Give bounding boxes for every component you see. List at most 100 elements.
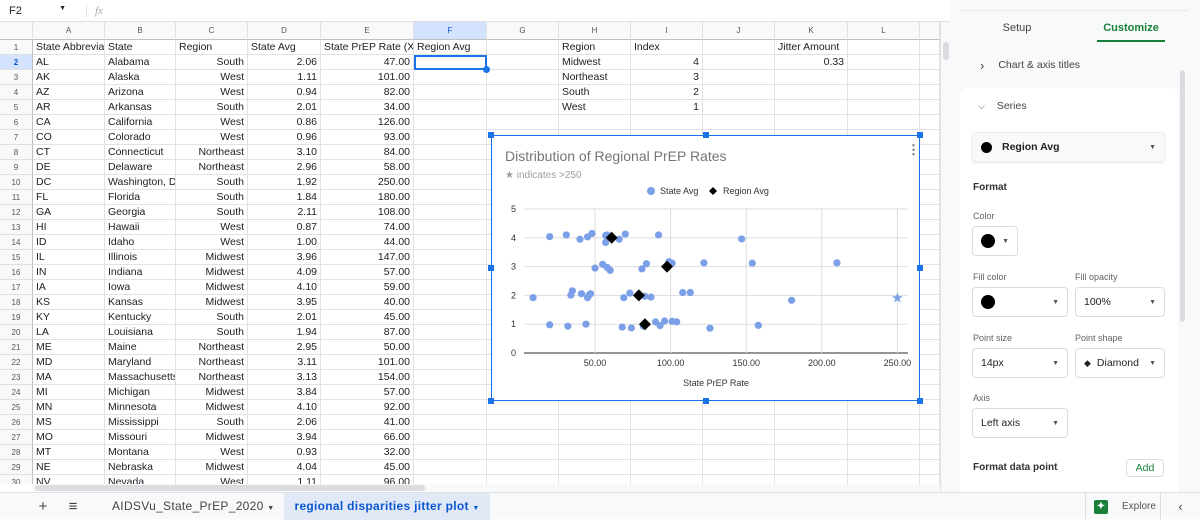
cell[interactable] bbox=[775, 445, 848, 460]
cell[interactable] bbox=[414, 400, 487, 415]
cell[interactable] bbox=[414, 235, 487, 250]
cell[interactable] bbox=[920, 100, 940, 115]
cell[interactable] bbox=[414, 130, 487, 145]
sheet-tab-jitter-plot[interactable]: regional disparities jitter plot ▼ bbox=[284, 492, 490, 520]
cell[interactable] bbox=[775, 475, 848, 484]
cell[interactable]: South bbox=[176, 175, 248, 190]
cell[interactable] bbox=[920, 220, 940, 235]
cell[interactable]: Illinois bbox=[105, 250, 176, 265]
row-header[interactable]: 9 bbox=[0, 160, 33, 175]
cell[interactable]: AL bbox=[33, 55, 105, 70]
cell[interactable]: 74.00 bbox=[321, 220, 414, 235]
cell[interactable]: South bbox=[176, 55, 248, 70]
cell[interactable] bbox=[414, 85, 487, 100]
sheet-tab-aidsvu[interactable]: AIDSVu_State_PrEP_2020 ▼ bbox=[102, 493, 284, 520]
cell[interactable]: 50.00 bbox=[321, 340, 414, 355]
cell[interactable] bbox=[920, 340, 940, 355]
cell[interactable]: Midwest bbox=[176, 280, 248, 295]
column-header-k[interactable]: K bbox=[775, 22, 848, 40]
vertical-scrollbar[interactable] bbox=[940, 22, 950, 492]
cell[interactable]: 45.00 bbox=[321, 460, 414, 475]
cell[interactable]: Northeast bbox=[559, 70, 631, 85]
column-header-e[interactable]: E bbox=[321, 22, 414, 40]
cell[interactable]: Midwest bbox=[176, 460, 248, 475]
cell[interactable] bbox=[487, 40, 559, 55]
cell[interactable] bbox=[703, 475, 775, 484]
cell[interactable]: Michigan bbox=[105, 385, 176, 400]
cell[interactable]: Kentucky bbox=[105, 310, 176, 325]
cell[interactable] bbox=[848, 475, 920, 484]
cell[interactable]: South bbox=[176, 190, 248, 205]
cell[interactable]: 3.11 bbox=[248, 355, 321, 370]
cell[interactable]: KY bbox=[33, 310, 105, 325]
cell[interactable] bbox=[487, 100, 559, 115]
cell[interactable]: Washington, D.C. bbox=[105, 175, 176, 190]
cell[interactable]: West bbox=[176, 235, 248, 250]
cell[interactable]: Midwest bbox=[559, 55, 631, 70]
cell[interactable] bbox=[487, 115, 559, 130]
cell[interactable] bbox=[920, 160, 940, 175]
resize-handle[interactable] bbox=[488, 132, 494, 138]
cell[interactable]: Midwest bbox=[176, 430, 248, 445]
cell[interactable]: California bbox=[105, 115, 176, 130]
cell[interactable]: MS bbox=[33, 415, 105, 430]
cell[interactable]: 108.00 bbox=[321, 205, 414, 220]
more-options-icon[interactable]: ⋮ bbox=[907, 142, 920, 157]
cell[interactable] bbox=[920, 235, 940, 250]
cell[interactable] bbox=[920, 460, 940, 475]
cell[interactable]: Maryland bbox=[105, 355, 176, 370]
cell[interactable] bbox=[920, 280, 940, 295]
cell[interactable]: 0.93 bbox=[248, 445, 321, 460]
cell[interactable]: 0.94 bbox=[248, 85, 321, 100]
cell[interactable]: NV bbox=[33, 475, 105, 484]
fill-handle[interactable] bbox=[483, 66, 490, 73]
cell[interactable]: 1.94 bbox=[248, 325, 321, 340]
cell[interactable] bbox=[703, 40, 775, 55]
cell[interactable] bbox=[631, 400, 703, 415]
cell[interactable]: West bbox=[176, 70, 248, 85]
cell[interactable]: MI bbox=[33, 385, 105, 400]
cell[interactable] bbox=[559, 115, 631, 130]
row-header[interactable]: 15 bbox=[0, 250, 33, 265]
section-series-header[interactable]: ⌵ Series bbox=[978, 100, 1027, 112]
cell[interactable] bbox=[920, 175, 940, 190]
cell[interactable]: GA bbox=[33, 205, 105, 220]
row-header[interactable]: 22 bbox=[0, 355, 33, 370]
cell[interactable] bbox=[559, 400, 631, 415]
cell[interactable] bbox=[920, 430, 940, 445]
cell[interactable]: Alaska bbox=[105, 70, 176, 85]
cell[interactable] bbox=[487, 445, 559, 460]
point-shape-select[interactable]: ◆ Diamond ▼ bbox=[1075, 348, 1165, 378]
cell[interactable]: 32.00 bbox=[321, 445, 414, 460]
horizontal-scrollbar[interactable] bbox=[33, 484, 940, 492]
cell[interactable]: 126.00 bbox=[321, 115, 414, 130]
cell[interactable] bbox=[703, 55, 775, 70]
row-header[interactable]: 30 bbox=[0, 475, 33, 484]
cell[interactable]: MD bbox=[33, 355, 105, 370]
cell[interactable]: Massachusetts bbox=[105, 370, 176, 385]
cell[interactable]: Hawaii bbox=[105, 220, 176, 235]
cell[interactable] bbox=[848, 70, 920, 85]
cell[interactable]: 57.00 bbox=[321, 265, 414, 280]
cell[interactable]: West bbox=[176, 130, 248, 145]
cell[interactable]: Connecticut bbox=[105, 145, 176, 160]
cell[interactable] bbox=[703, 85, 775, 100]
cell[interactable]: 4 bbox=[631, 55, 703, 70]
cell[interactable]: CO bbox=[33, 130, 105, 145]
cell[interactable] bbox=[414, 415, 487, 430]
cell[interactable]: IL bbox=[33, 250, 105, 265]
cell[interactable] bbox=[414, 325, 487, 340]
cell[interactable]: 1.11 bbox=[248, 70, 321, 85]
cell[interactable] bbox=[414, 370, 487, 385]
resize-handle[interactable] bbox=[703, 132, 709, 138]
row-header[interactable]: 19 bbox=[0, 310, 33, 325]
cell[interactable] bbox=[414, 205, 487, 220]
column-header-d[interactable]: D bbox=[248, 22, 321, 40]
row-header[interactable]: 13 bbox=[0, 220, 33, 235]
cell[interactable] bbox=[703, 100, 775, 115]
cell[interactable] bbox=[920, 400, 940, 415]
cell[interactable] bbox=[631, 430, 703, 445]
cell[interactable]: South bbox=[559, 85, 631, 100]
row-header[interactable]: 24 bbox=[0, 385, 33, 400]
row-header[interactable]: 26 bbox=[0, 415, 33, 430]
